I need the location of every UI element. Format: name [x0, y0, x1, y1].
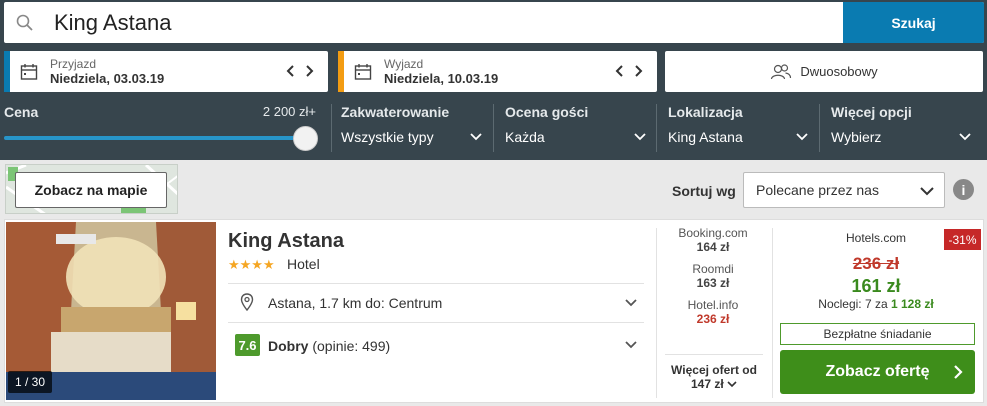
offer-site: Roomdi	[692, 262, 734, 276]
hotel-location[interactable]: Astana, 1.7 km do: Centrum	[268, 295, 442, 311]
rating-word: Dobry	[268, 338, 309, 354]
search-icon	[16, 14, 33, 31]
total-stay-price: Noclegi: 7 za 1 128 zł	[776, 297, 976, 311]
nights-total: 1 128 zł	[891, 297, 934, 311]
more-offers-link[interactable]: Więcej ofert od 147 zł	[665, 363, 763, 391]
divider	[665, 354, 763, 355]
more-options-title: Więcej opcji	[831, 104, 912, 120]
hotel-type: Hotel	[287, 256, 320, 272]
chevron-right-icon[interactable]	[306, 65, 314, 77]
accommodation-filter[interactable]: Zakwaterowanie Wszystkie typy	[341, 104, 482, 152]
photo-counter: 1 / 30	[8, 371, 53, 393]
more-offers-price: 147 zł	[690, 377, 724, 391]
checkout-label: Wyjazd	[384, 57, 424, 71]
search-button[interactable]: Szukaj	[843, 2, 984, 43]
offer-item[interactable]: Hotel.info 236 zł	[657, 298, 769, 326]
discount-badge: -31%	[944, 229, 981, 250]
rating-reviews: (opinie: 499)	[312, 338, 391, 354]
view-offer-button[interactable]: Zobacz ofertę	[780, 350, 975, 394]
users-icon	[771, 63, 792, 79]
chevron-down-icon	[920, 187, 934, 196]
chevron-down-icon[interactable]	[625, 340, 637, 350]
chevron-down-icon	[470, 133, 482, 141]
guests-selector[interactable]: Dwuosobowy	[665, 51, 983, 92]
chevron-left-icon[interactable]	[286, 65, 294, 77]
chevron-down-icon[interactable]	[625, 298, 637, 308]
price-max-label: 2 200 zł+	[262, 104, 316, 119]
accommodation-value: Wszystkie typy	[341, 129, 434, 145]
checkin-value: Niedziela, 03.03.19	[50, 71, 165, 86]
partner-offers: Booking.com 164 zł Roomdi 163 zł Hotel.i…	[657, 226, 769, 334]
guest-rating-filter[interactable]: Ocena gości Każda	[505, 104, 646, 152]
chevron-right-icon	[954, 365, 963, 379]
divider	[331, 104, 332, 152]
chevron-left-icon[interactable]	[615, 65, 623, 77]
divider	[228, 283, 644, 284]
view-offer-label: Zobacz ofertę	[825, 363, 930, 380]
divider	[772, 228, 773, 398]
chevron-down-icon	[796, 133, 808, 141]
guests-label: Dwuosobowy	[800, 64, 878, 79]
offer-item[interactable]: Booking.com 164 zł	[657, 226, 769, 254]
divider	[493, 104, 494, 152]
location-filter[interactable]: Lokalizacja King Astana	[668, 104, 808, 152]
offer-site: Booking.com	[678, 226, 748, 240]
checkin-date[interactable]: Przyjazd Niedziela, 03.03.19	[4, 51, 328, 92]
guest-rating-value: Każda	[505, 129, 545, 145]
sort-selected-value: Polecane przez nas	[756, 182, 879, 198]
star-rating: ★★★★	[228, 257, 275, 272]
chevron-down-icon	[959, 133, 971, 141]
more-options-value: Wybierz	[831, 129, 882, 145]
offer-price: 164 zł	[696, 240, 730, 254]
location-title: Lokalizacja	[668, 104, 743, 120]
price-slider-track[interactable]	[4, 136, 304, 140]
chevron-right-icon[interactable]	[635, 65, 643, 77]
rating-score: 7.6	[235, 334, 260, 356]
more-options-filter[interactable]: Więcej opcji Wybierz	[831, 104, 971, 152]
sort-select[interactable]: Polecane przez nas	[743, 172, 945, 208]
price-filter: Cena 2 200 zł+	[4, 104, 316, 152]
offer-price: 163 zł	[696, 276, 730, 290]
checkin-label: Przyjazd	[50, 57, 97, 71]
breakfast-badge: Bezpłatne śniadanie	[780, 323, 975, 345]
search-bar[interactable]: King Astana	[4, 2, 984, 43]
calendar-icon	[354, 64, 372, 80]
divider	[656, 104, 657, 152]
offer-item[interactable]: Roomdi 163 zł	[657, 262, 769, 290]
hotel-name[interactable]: King Astana	[228, 230, 344, 253]
divider	[228, 322, 644, 323]
offer-price: 236 zł	[696, 312, 730, 326]
offer-site: Hotel.info	[687, 298, 739, 312]
nights-prefix: Noclegi: 7 za	[818, 297, 888, 311]
rating-summary[interactable]: Dobry (opinie: 499)	[268, 338, 390, 354]
show-map-button[interactable]: Zobacz na mapie	[15, 172, 167, 208]
chevron-down-icon	[634, 133, 646, 141]
checkout-value: Niedziela, 10.03.19	[384, 71, 499, 86]
checkout-date[interactable]: Wyjazd Niedziela, 10.03.19	[338, 51, 657, 92]
location-pin-icon	[240, 293, 254, 311]
location-value: King Astana	[668, 129, 743, 145]
calendar-icon	[20, 64, 38, 80]
info-icon[interactable]: i	[953, 179, 974, 200]
search-input[interactable]: King Astana	[54, 10, 171, 36]
chevron-down-icon	[727, 381, 737, 388]
divider	[819, 104, 820, 152]
price-slider-handle[interactable]	[293, 126, 318, 151]
checkout-accent	[338, 51, 344, 92]
accommodation-title: Zakwaterowanie	[341, 104, 450, 120]
best-price: 161 zł	[851, 276, 901, 296]
more-offers-text: Więcej ofert od	[671, 363, 757, 377]
old-price: 236 zł	[852, 254, 900, 273]
guest-rating-title: Ocena gości	[505, 104, 589, 120]
sort-label: Sortuj wg	[672, 183, 736, 199]
checkin-accent	[4, 51, 10, 92]
